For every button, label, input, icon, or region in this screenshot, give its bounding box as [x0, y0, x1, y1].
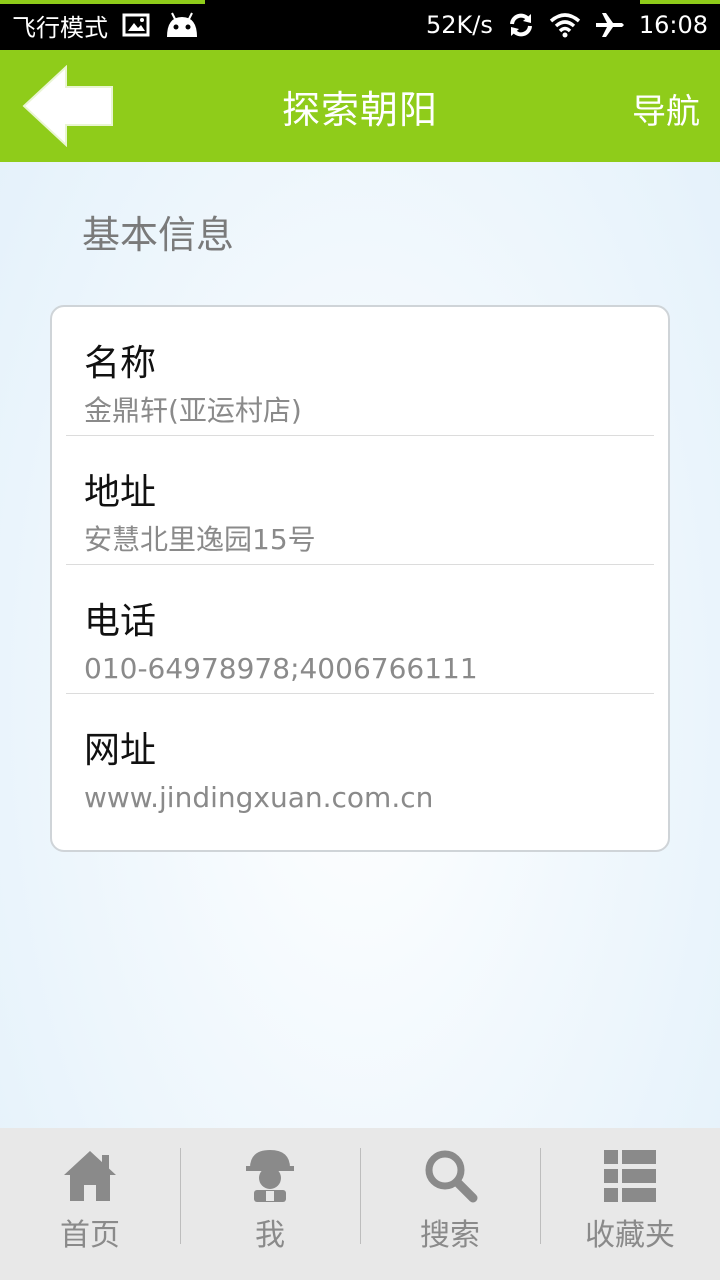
info-value: 安慧北里逸园15号	[84, 523, 316, 556]
airplane-mode-label: 飞行模式	[12, 13, 108, 42]
status-bar: 飞行模式 52K/s 16:08	[0, 0, 720, 50]
info-row-phone[interactable]: 电话 010-64978978;4006766111	[66, 565, 654, 694]
back-arrow-icon	[22, 65, 113, 147]
tab-label: 搜索	[420, 1218, 480, 1253]
section-title: 基本信息	[82, 213, 235, 257]
info-label: 网址	[84, 730, 157, 771]
tab-me[interactable]: 我	[180, 1128, 360, 1280]
page-title: 探索朝阳	[281, 87, 438, 132]
search-icon	[420, 1146, 480, 1206]
status-right: 52K/s 16:08	[426, 11, 708, 39]
android-icon	[164, 11, 200, 39]
info-value: 金鼎轩(亚运村店)	[84, 394, 302, 427]
status-progress-right	[640, 0, 720, 4]
list-icon	[600, 1146, 660, 1206]
navigation-button[interactable]: 导航	[632, 84, 700, 133]
status-left: 飞行模式	[12, 8, 200, 43]
image-icon	[122, 13, 150, 37]
info-label: 地址	[84, 472, 157, 513]
status-progress-left	[0, 0, 205, 4]
info-label: 名称	[84, 343, 157, 384]
user-icon	[240, 1146, 300, 1206]
tab-favorites[interactable]: 收藏夹	[540, 1128, 720, 1280]
info-value: www.jindingxuan.com.cn	[84, 781, 434, 814]
bottom-nav: 首页 我 搜索 收藏夹	[0, 1128, 720, 1280]
info-value: 010-64978978;4006766111	[84, 652, 478, 685]
info-card: 名称 金鼎轩(亚运村店) 地址 安慧北里逸园15号 电话 010-6497897…	[50, 305, 670, 852]
sync-icon	[507, 11, 535, 39]
clock: 16:08	[638, 11, 708, 39]
wifi-icon	[549, 12, 581, 38]
header-bar: 探索朝阳 导航	[0, 50, 720, 162]
tab-search[interactable]: 搜索	[360, 1128, 540, 1280]
info-row-website[interactable]: 网址 www.jindingxuan.com.cn	[66, 694, 654, 823]
tab-label: 收藏夹	[585, 1218, 675, 1253]
home-icon	[60, 1146, 120, 1206]
tab-label: 我	[255, 1218, 285, 1253]
airplane-icon	[595, 11, 625, 39]
info-label: 电话	[84, 601, 157, 642]
network-speed: 52K/s	[425, 11, 493, 39]
tab-home[interactable]: 首页	[0, 1128, 180, 1280]
info-row-address[interactable]: 地址 安慧北里逸园15号	[66, 436, 654, 565]
back-button[interactable]	[18, 64, 116, 148]
tab-label: 首页	[60, 1218, 120, 1253]
info-row-name: 名称 金鼎轩(亚运村店)	[66, 307, 654, 436]
